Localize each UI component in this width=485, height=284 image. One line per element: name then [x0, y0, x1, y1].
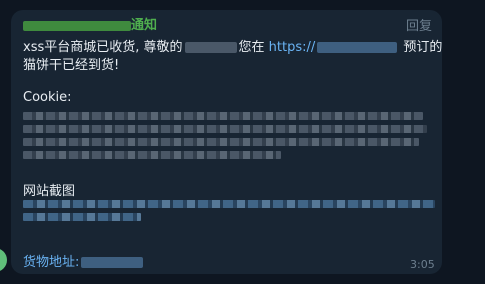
redacted-name [184, 42, 237, 53]
cookie-label: Cookie: [23, 90, 72, 105]
screenshot-label: 网站截图 [23, 184, 76, 199]
sender-name[interactable]: 通知 [23, 14, 157, 33]
screenshot-link[interactable] [23, 200, 435, 226]
redacted-cookie [23, 112, 427, 164]
sender-suffix: 通知 [131, 18, 158, 33]
line1-middle: 您在 [238, 40, 265, 55]
message-line-2: 猫饼干已经到货! [23, 58, 120, 73]
redacted-address[interactable] [81, 257, 144, 268]
redacted-sender [23, 20, 131, 31]
reply-button[interactable]: 回复 [406, 15, 432, 34]
avatar[interactable] [0, 248, 7, 272]
message-time: 3:05 [410, 258, 435, 271]
shop-link[interactable]: https:// [269, 40, 400, 55]
line1-suffix: 预订的 [403, 40, 443, 55]
address-label: 货物地址: [23, 255, 80, 270]
message-line-1: xss平台商城已收货, 尊敬的 您在 https:// 预订的 [23, 36, 442, 55]
redacted-url [317, 42, 398, 53]
address-line: 货物地址: [23, 251, 145, 270]
line1-prefix: xss平台商城已收货, 尊敬的 [23, 40, 183, 55]
